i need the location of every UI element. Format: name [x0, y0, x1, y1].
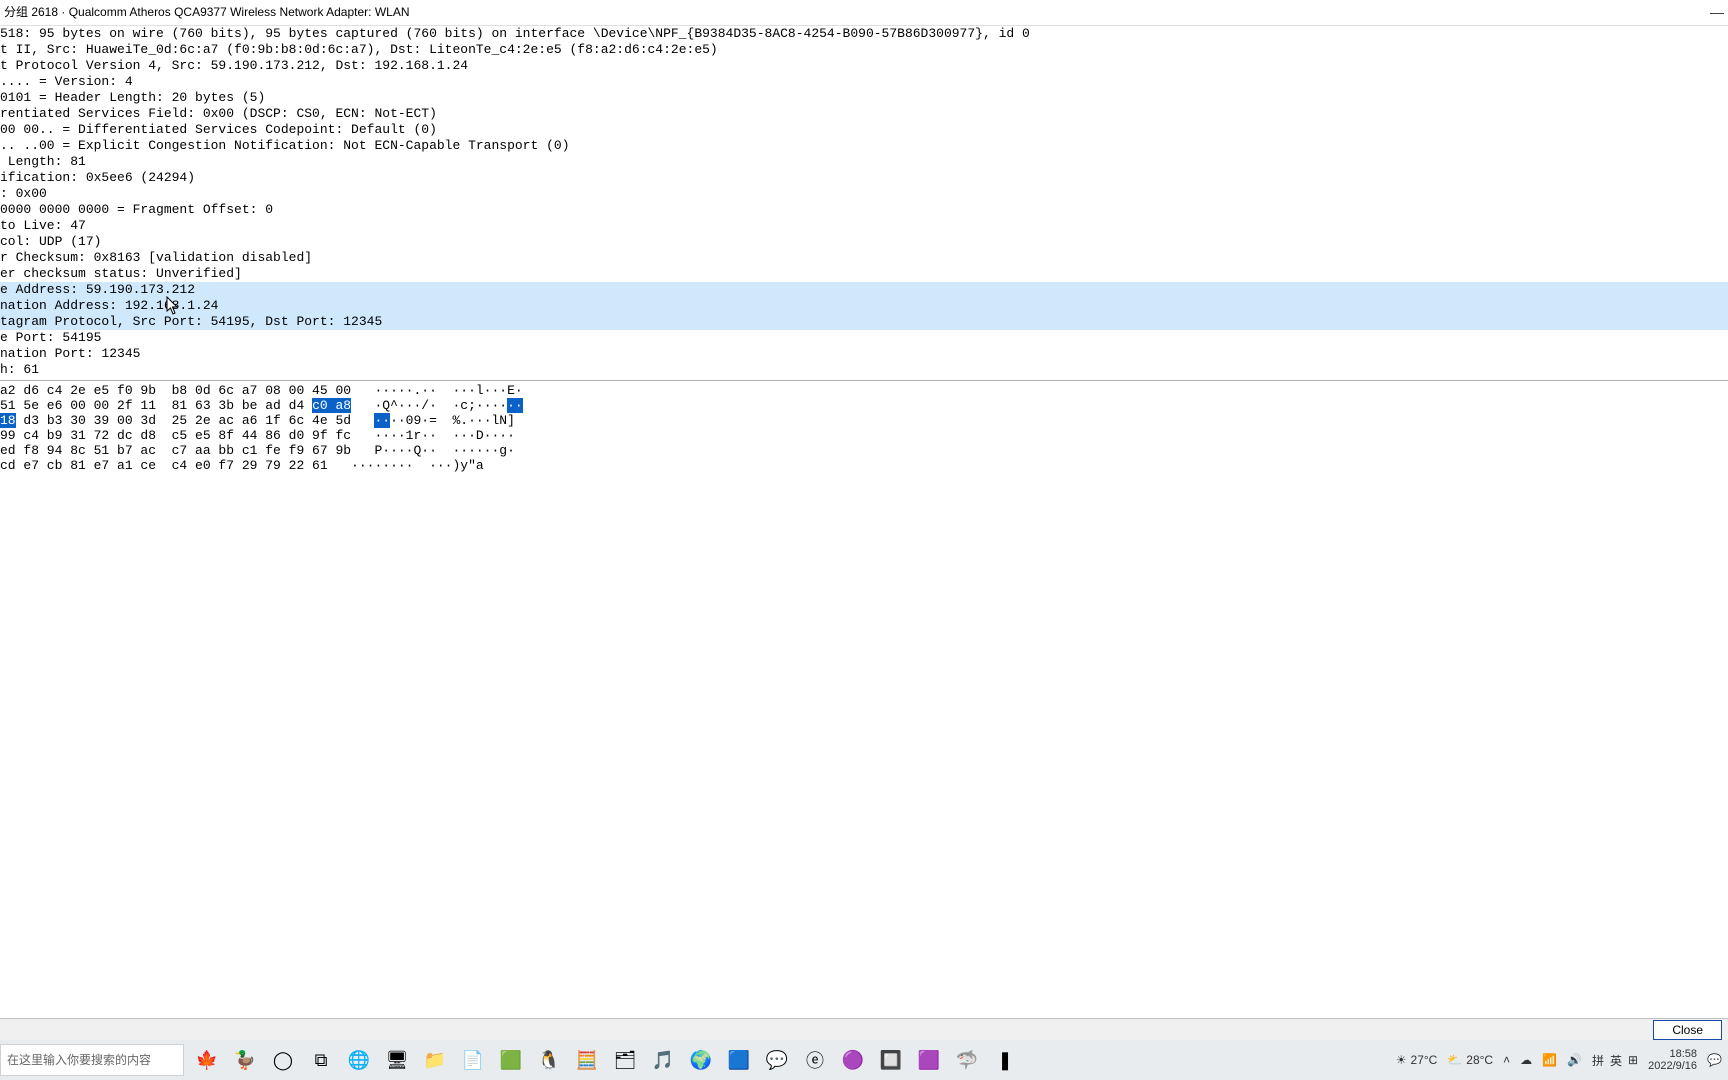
taskbar-calc-icon[interactable]: 🧮: [570, 1043, 604, 1077]
detail-line[interactable]: .... = Version: 4: [0, 74, 1728, 90]
taskbar-browser-icon[interactable]: 🌍: [684, 1043, 718, 1077]
ime-pinyin: 拼: [1592, 1052, 1604, 1069]
taskbar-wireshark-icon[interactable]: 🦈: [950, 1043, 984, 1077]
taskbar-folder-icon[interactable]: 📁: [418, 1043, 452, 1077]
hex-row[interactable]: 51 5e e6 00 00 2f 11 81 63 3b be ad d4 c…: [0, 398, 1728, 413]
detail-line[interactable]: t II, Src: HuaweiTe_0d:6c:a7 (f0:9b:b8:0…: [0, 42, 1728, 58]
detail-line[interactable]: r Checksum: 0x8163 [validation disabled]: [0, 250, 1728, 266]
detail-line[interactable]: ification: 0x5ee6 (24294): [0, 170, 1728, 186]
hex-row[interactable]: 18 d3 b3 30 39 00 3d 25 2e ac a6 1f 6c 4…: [0, 413, 1728, 428]
detail-line[interactable]: Length: 81: [0, 154, 1728, 170]
system-tray[interactable]: ☀ 27°C ⛅ 28°C ˄ ☁ 📶 🔊 拼 英 ⊞ 18:58 2022/9…: [1390, 1048, 1728, 1072]
clock-time: 18:58: [1670, 1048, 1698, 1060]
detail-line[interactable]: t Protocol Version 4, Src: 59.190.173.21…: [0, 58, 1728, 74]
close-button[interactable]: Close: [1653, 1020, 1722, 1040]
taskbar-leaf-icon[interactable]: 🍁: [190, 1043, 224, 1077]
ime-grid-icon: ⊞: [1628, 1053, 1638, 1067]
weather-temp: 27°C: [1411, 1053, 1438, 1067]
taskbar-search-input[interactable]: 在这里输入你要搜索的内容: [0, 1044, 184, 1076]
wifi-icon[interactable]: 📶: [1542, 1053, 1557, 1067]
window-title: 分组 2618 · Qualcomm Atheros QCA9377 Wirel…: [4, 0, 410, 25]
detail-line[interactable]: tagram Protocol, Src Port: 54195, Dst Po…: [0, 314, 1728, 330]
onedrive-icon[interactable]: ☁: [1520, 1053, 1532, 1067]
taskbar-screen-icon[interactable]: 🔲: [874, 1043, 908, 1077]
window-titlebar: 分组 2618 · Qualcomm Atheros QCA9377 Wirel…: [0, 0, 1728, 26]
detail-line[interactable]: col: UDP (17): [0, 234, 1728, 250]
taskbar-monitor-icon[interactable]: 🖥: [380, 1043, 414, 1077]
taskbar-filemgr-icon[interactable]: 🗂: [608, 1043, 642, 1077]
volume-icon[interactable]: 🔊: [1567, 1053, 1582, 1067]
taskbar-vscode-icon[interactable]: 🟪: [912, 1043, 946, 1077]
detail-line[interactable]: 518: 95 bytes on wire (760 bits), 95 byt…: [0, 26, 1728, 42]
taskbar-ie-icon[interactable]: ⓔ: [798, 1043, 832, 1077]
detail-line[interactable]: : 0x00: [0, 186, 1728, 202]
detail-line[interactable]: nation Address: 192.168.1.24: [0, 298, 1728, 314]
taskbar-music-icon[interactable]: 🎵: [646, 1043, 680, 1077]
dialog-button-bar: Close: [0, 1018, 1728, 1040]
weather-widget-2[interactable]: ⛅ 28°C: [1447, 1053, 1493, 1067]
clock-date: 2022/9/16: [1648, 1060, 1697, 1072]
detail-line[interactable]: rentiated Services Field: 0x00 (DSCP: CS…: [0, 106, 1728, 122]
notifications-icon[interactable]: 💬: [1707, 1053, 1722, 1067]
taskbar-todo-icon[interactable]: 🟩: [494, 1043, 528, 1077]
hex-row[interactable]: 99 c4 b9 31 72 dc d8 c5 e5 8f 44 86 d0 9…: [0, 428, 1728, 443]
hex-row[interactable]: ed f8 94 8c 51 b7 ac c7 aa bb c1 fe f9 6…: [0, 443, 1728, 458]
detail-line[interactable]: er checksum status: Unverified]: [0, 266, 1728, 282]
taskbar-qq-icon[interactable]: 🐧: [532, 1043, 566, 1077]
taskbar-wechat-icon[interactable]: 💬: [760, 1043, 794, 1077]
hex-row[interactable]: cd e7 cb 81 e7 a1 ce c4 e0 f7 29 79 22 6…: [0, 458, 1728, 473]
taskbar-app-icons: 🍁🦆◯⧉🌐🖥📁📄🟩🐧🧮🗂🎵🌍🟦💬ⓔ🟣🔲🟪🦈❚: [190, 1040, 1022, 1080]
taskbar-terminal-icon[interactable]: ❚: [988, 1043, 1022, 1077]
taskbar-eclipse-icon[interactable]: 🟣: [836, 1043, 870, 1077]
hex-row[interactable]: a2 d6 c4 2e e5 f0 9b b8 0d 6c a7 08 00 4…: [0, 383, 1728, 398]
weather-widget[interactable]: ☀ 27°C: [1396, 1053, 1438, 1067]
packet-bytes-pane[interactable]: a2 d6 c4 2e e5 f0 9b b8 0d 6c a7 08 00 4…: [0, 380, 1728, 473]
taskbar-cortana-icon[interactable]: ◯: [266, 1043, 300, 1077]
cloud-icon: ⛅: [1447, 1053, 1462, 1067]
taskbar-clock[interactable]: 18:58 2022/9/16: [1648, 1048, 1697, 1072]
detail-line[interactable]: 00 00.. = Differentiated Services Codepo…: [0, 122, 1728, 138]
ime-indicator[interactable]: 拼 英 ⊞: [1592, 1052, 1638, 1069]
sun-icon: ☀: [1396, 1053, 1407, 1067]
taskbar-taskview-icon[interactable]: ⧉: [304, 1043, 338, 1077]
taskbar-goose-icon[interactable]: 🦆: [228, 1043, 262, 1077]
taskbar-edge-icon[interactable]: 🟦: [722, 1043, 756, 1077]
detail-line[interactable]: 0000 0000 0000 = Fragment Offset: 0: [0, 202, 1728, 218]
minimize-icon[interactable]: —: [1710, 0, 1724, 25]
detail-line[interactable]: nation Port: 12345: [0, 346, 1728, 362]
taskbar-globe-icon[interactable]: 🌐: [342, 1043, 376, 1077]
taskbar-notepad-icon[interactable]: 📄: [456, 1043, 490, 1077]
packet-details-pane[interactable]: 518: 95 bytes on wire (760 bits), 95 byt…: [0, 26, 1728, 378]
detail-line[interactable]: to Live: 47: [0, 218, 1728, 234]
windows-taskbar[interactable]: 在这里输入你要搜索的内容 🍁🦆◯⧉🌐🖥📁📄🟩🐧🧮🗂🎵🌍🟦💬ⓔ🟣🔲🟪🦈❚ ☀ 27…: [0, 1040, 1728, 1080]
detail-line[interactable]: .. ..00 = Explicit Congestion Notificati…: [0, 138, 1728, 154]
detail-line[interactable]: e Address: 59.190.173.212: [0, 282, 1728, 298]
detail-line[interactable]: e Port: 54195: [0, 330, 1728, 346]
detail-line[interactable]: 0101 = Header Length: 20 bytes (5): [0, 90, 1728, 106]
detail-line[interactable]: h: 61: [0, 362, 1728, 378]
chevron-up-icon[interactable]: ˄: [1503, 1053, 1510, 1067]
ime-lang: 英: [1610, 1052, 1622, 1069]
weather-temp-2: 28°C: [1466, 1053, 1493, 1067]
